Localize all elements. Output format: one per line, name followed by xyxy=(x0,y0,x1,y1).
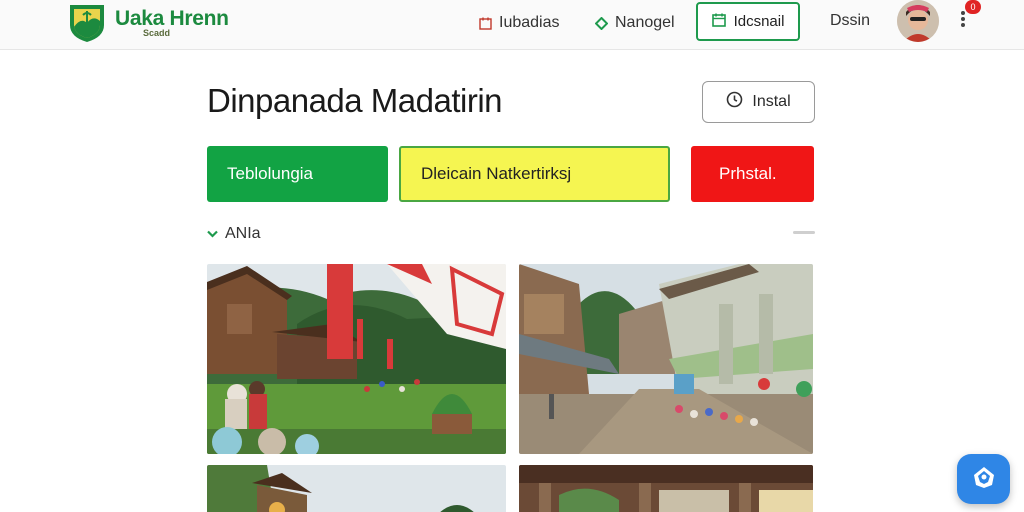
gallery-photo-village-festival[interactable] xyxy=(207,264,506,454)
filter-label: ANIa xyxy=(225,225,261,242)
gallery-photo-village-street[interactable] xyxy=(519,264,813,454)
nav-item-iubadias[interactable]: Iubadias xyxy=(478,12,560,34)
calendar-icon xyxy=(478,16,492,30)
top-bar: Uaka Hrenn Scadd Iubadias Nanogel Idcsna… xyxy=(0,0,1024,50)
avatar[interactable] xyxy=(897,0,939,42)
chat-fab-button[interactable] xyxy=(957,454,1010,504)
chevron-down-icon xyxy=(207,225,218,243)
design-link[interactable]: Dssin xyxy=(830,12,870,30)
nav-item-nanogel[interactable]: Nanogel xyxy=(594,12,675,34)
primary-action-button[interactable]: Teblolungia xyxy=(207,146,388,202)
secondary-action-button[interactable]: Dleicain Natkertirksj xyxy=(399,146,670,202)
gallery-photo-garden[interactable] xyxy=(207,465,506,512)
gallery-photo-pavilion[interactable] xyxy=(519,465,813,512)
brand-subtitle: Scadd xyxy=(143,28,171,38)
diamond-icon xyxy=(594,16,608,30)
brand-logo[interactable] xyxy=(67,1,107,43)
collapse-handle[interactable] xyxy=(793,231,815,234)
clock-icon xyxy=(726,91,743,113)
chat-icon xyxy=(971,464,997,495)
install-button[interactable]: Instal xyxy=(702,81,815,123)
install-label: Instal xyxy=(752,93,791,110)
brand-name[interactable]: Uaka Hrenn xyxy=(115,7,229,31)
nav-item-idcsnail[interactable]: Idcsnail xyxy=(696,2,800,41)
calendar-icon xyxy=(711,13,726,31)
nav-label: Nanogel xyxy=(615,14,675,31)
danger-action-button[interactable]: Prhstal. xyxy=(691,146,814,202)
filter-toggle[interactable]: ANIa xyxy=(207,225,261,243)
page-title: Dinpanada Madatirin xyxy=(207,82,503,119)
notification-badge: 0 xyxy=(965,0,981,14)
nav-label: Iubadias xyxy=(499,14,560,31)
nav-label: Idcsnail xyxy=(733,13,785,30)
